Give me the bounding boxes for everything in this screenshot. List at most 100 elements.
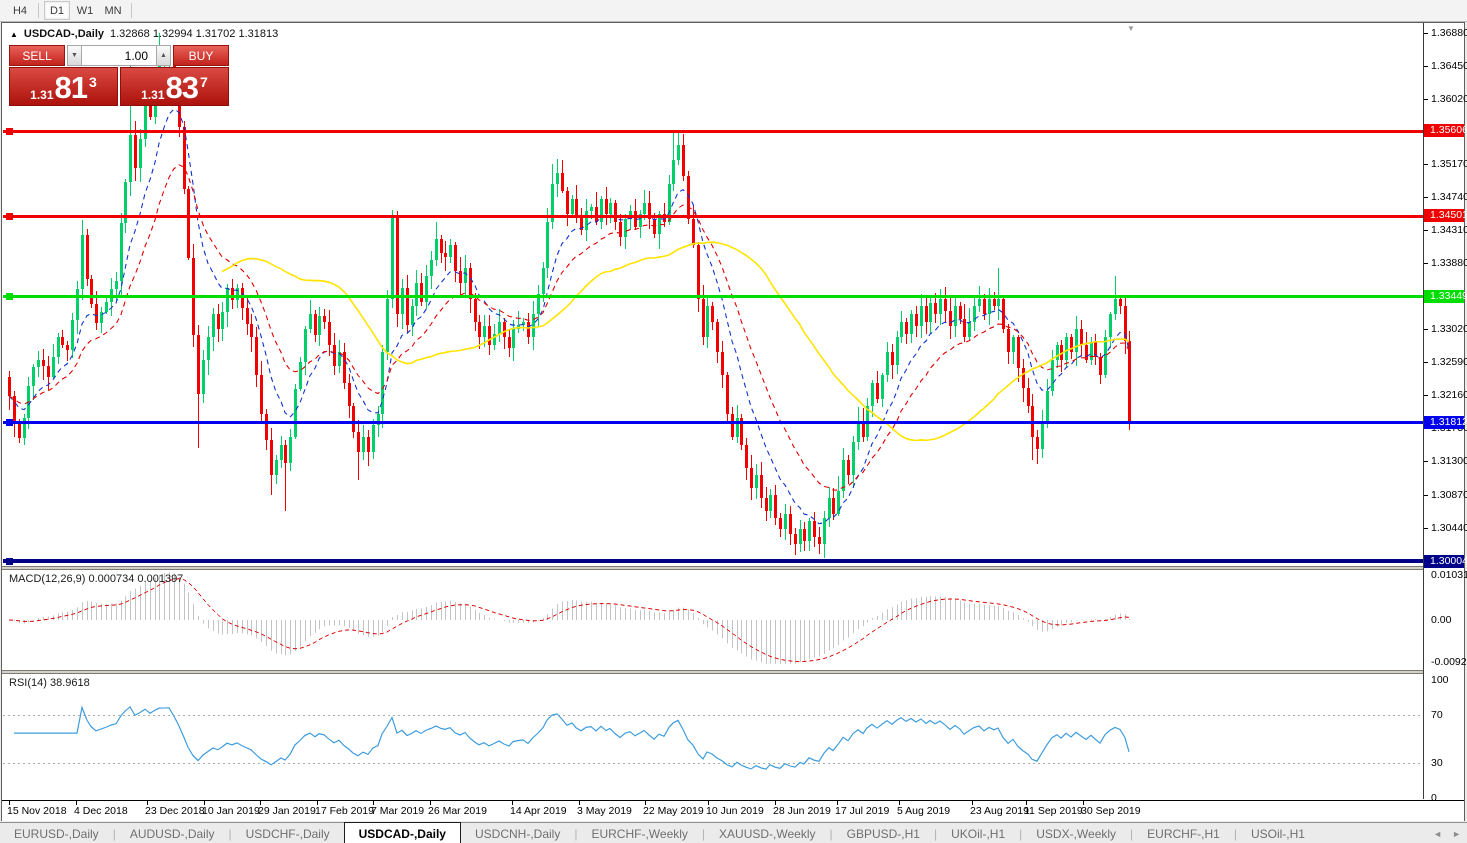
date-axis-label: 3 May 2019: [577, 805, 632, 817]
date-axis-label: 15 Nov 2018: [7, 805, 67, 817]
price-axis-label: 1.36880: [1431, 27, 1467, 39]
rsi-axis-label: 30: [1431, 757, 1443, 769]
bid-pipette: 3: [89, 74, 97, 90]
price-axis-tick: [1424, 197, 1428, 198]
price-level-badge: 1.35606: [1424, 124, 1467, 137]
date-axis-label: 14 Apr 2019: [510, 805, 567, 817]
price-axis-label: 1.31300: [1431, 455, 1467, 467]
date-axis-label: 30 Sep 2019: [1081, 805, 1141, 817]
price-axis-tick: [1424, 66, 1428, 67]
price-axis-tick: [1424, 362, 1428, 363]
terminal-window: H4 D1 W1 MN 1.36880 1.36450 1.36020 1.35170 1.3…: [0, 0, 1467, 843]
price-axis-label: 1.32160: [1431, 389, 1467, 401]
date-axis-label: 17 Feb 2019: [315, 805, 374, 817]
tab-eurchf-weekly[interactable]: EURCHF-,Weekly: [577, 823, 701, 843]
bid-main-digits: 81: [54, 70, 88, 105]
date-axis-label: 26 Mar 2019: [428, 805, 487, 817]
date-axis-label: 7 Mar 2019: [371, 805, 425, 817]
volume-input[interactable]: [82, 45, 156, 66]
symbol-tab-bar: EURUSD-,Daily | AUDUSD-,Daily | USDCHF-,Dail…: [0, 822, 1467, 843]
price-axis-label: 1.32590: [1431, 356, 1467, 368]
price-level-badge: 1.30004: [1424, 555, 1467, 568]
date-axis-label: 10 Jan 2019: [202, 805, 260, 817]
tab-audusd-daily[interactable]: AUDUSD-,Daily: [116, 823, 229, 843]
timeframe-button-w1[interactable]: W1: [72, 1, 98, 20]
date-axis-label: 29 Jan 2019: [258, 805, 316, 817]
tab-usdcnh-daily[interactable]: USDCNH-,Daily: [461, 823, 574, 843]
price-axis-label: 1.34740: [1431, 191, 1467, 203]
tab-eurchf-h1[interactable]: EURCHF-,H1: [1133, 823, 1234, 843]
price-axis-label: 1.30440: [1431, 522, 1467, 534]
ask-pipette: 7: [200, 74, 208, 90]
macd-axis-label: 0.010311: [1431, 569, 1467, 581]
timeframe-button-d1[interactable]: D1: [44, 1, 70, 20]
macd-axis-label: 0.00: [1431, 614, 1452, 626]
rsi-axis-label: 70: [1431, 709, 1443, 721]
price-axis-tick: [1424, 164, 1428, 165]
timeframe-button-h4[interactable]: H4: [7, 1, 33, 20]
tab-usdx-weekly[interactable]: USDX-,Weekly: [1022, 823, 1130, 843]
timeframe-button-mn[interactable]: MN: [100, 1, 126, 20]
price-axis-label: 1.36020: [1431, 93, 1467, 105]
price-level-badge: 1.34501: [1424, 209, 1467, 222]
rsi-canvas[interactable]: [3, 674, 1423, 803]
date-axis-label: 5 Aug 2019: [897, 805, 951, 817]
one-click-trading-panel: SELL ▼ ▲ BUY 1.31 81 3 1.31 83 7: [9, 45, 229, 107]
tab-usoil-h1[interactable]: USOil-,H1: [1237, 823, 1319, 843]
timeframe-toolbar: H4 D1 W1 MN: [0, 0, 1467, 22]
price-axis-tick: [1424, 230, 1428, 231]
chart-window: 1.36880 1.36450 1.36020 1.35170 1.34740 1.343…: [1, 22, 1467, 821]
collapse-arrow-icon[interactable]: ▲: [10, 30, 18, 39]
rsi-label: RSI(14) 38.9618: [9, 677, 90, 689]
tab-eurusd-daily[interactable]: EURUSD-,Daily: [0, 823, 113, 843]
price-axis: 1.36880 1.36450 1.36020 1.35170 1.34740 1.343…: [1424, 23, 1467, 804]
date-axis: 15 Nov 2018 4 Dec 2018 23 Dec 2018 10 Jan 2…: [2, 800, 1464, 821]
price-level-badge: 1.31812: [1424, 416, 1467, 429]
tab-scroll-right-icon[interactable]: ►: [1452, 829, 1461, 839]
chart-shift-marker-icon[interactable]: ▼: [1127, 24, 1135, 33]
buy-button[interactable]: BUY: [173, 45, 229, 66]
date-axis-label: 23 Dec 2018: [145, 805, 205, 817]
price-axis-tick: [1424, 33, 1428, 34]
volume-stepper-up[interactable]: ▲: [156, 45, 171, 66]
tab-scroll-left-icon[interactable]: ◄: [1433, 829, 1442, 839]
ohlc-values: 1.32868 1.32994 1.31702 1.31813: [110, 28, 279, 40]
tab-gbpusd-h1[interactable]: GBPUSD-,H1: [833, 823, 934, 843]
date-axis-label: 23 Aug 2019: [970, 805, 1029, 817]
date-axis-label: 28 Jun 2019: [773, 805, 831, 817]
volume-stepper-down[interactable]: ▼: [67, 45, 82, 66]
bid-price[interactable]: 1.31 81 3: [9, 67, 118, 106]
price-axis-label: 1.33020: [1431, 323, 1467, 335]
tab-ukoil-h1[interactable]: UKOil-,H1: [937, 823, 1019, 843]
date-axis-label: 11 Sep 2019: [1024, 805, 1083, 817]
tab-usdchf-daily[interactable]: USDCHF-,Daily: [232, 823, 344, 843]
bid-prefix: 1.31: [30, 88, 54, 102]
macd-canvas[interactable]: [3, 570, 1423, 666]
ask-price[interactable]: 1.31 83 7: [120, 67, 229, 106]
tab-usdcad-daily[interactable]: USDCAD-,Daily: [343, 822, 461, 843]
date-axis-label: 17 Jul 2019: [835, 805, 890, 817]
toolbar-separator: [131, 3, 132, 18]
sell-button[interactable]: SELL: [9, 45, 65, 66]
date-axis-label: 4 Dec 2018: [74, 805, 128, 817]
symbol-title: USDCAD-,Daily: [23, 28, 104, 40]
price-axis-label: 1.34310: [1431, 224, 1467, 236]
price-axis-label: 1.36450: [1431, 60, 1467, 72]
price-axis-tick: [1424, 395, 1428, 396]
price-axis-tick: [1424, 329, 1428, 330]
price-axis-label: 1.33880: [1431, 257, 1467, 269]
macd-label: MACD(12,26,9) 0.000734 0.001397: [9, 573, 184, 585]
price-axis-tick: [1424, 99, 1428, 100]
price-axis-tick: [1424, 461, 1428, 462]
tab-xauusd-weekly[interactable]: XAUUSD-,Weekly: [705, 823, 829, 843]
date-axis-label: 22 May 2019: [643, 805, 704, 817]
price-axis-label: 1.30870: [1431, 489, 1467, 501]
price-axis-tick: [1424, 263, 1428, 264]
price-level-badge: 1.33449: [1424, 290, 1467, 303]
price-axis-tick: [1424, 528, 1428, 529]
macd-axis-label: -0.009203: [1431, 656, 1467, 668]
ask-main-digits: 83: [165, 70, 199, 105]
ask-prefix: 1.31: [141, 88, 165, 102]
chart-header: ▲ USDCAD-,Daily 1.32868 1.32994 1.31702 …: [10, 28, 278, 40]
date-axis-label: 10 Jun 2019: [706, 805, 764, 817]
